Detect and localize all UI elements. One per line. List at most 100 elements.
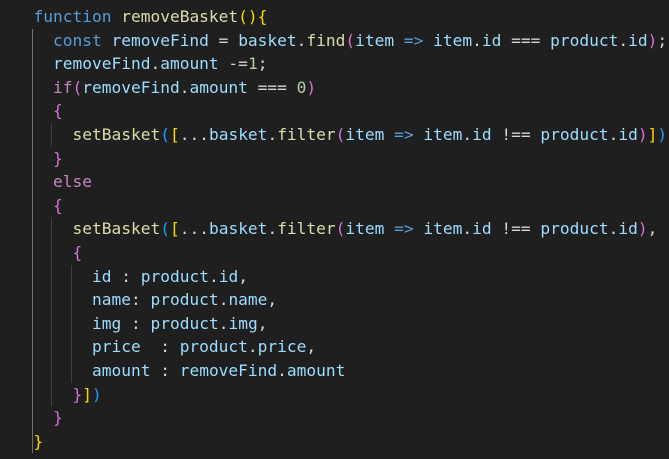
- code-token: =>: [394, 125, 414, 144]
- code-token: id: [472, 219, 492, 239]
- code-line[interactable]: if(removeFind.amount === 0): [14, 76, 316, 100]
- code-token: basket: [208, 125, 268, 144]
- code-editor[interactable]: function removeBasket(){ const removeFin…: [0, 0, 669, 459]
- code-token: :: [140, 337, 180, 357]
- code-token: ,: [306, 337, 317, 357]
- code-token: (: [160, 125, 170, 144]
- code-line[interactable]: function removeBasket(){: [14, 5, 268, 29]
- code-token: .: [150, 54, 161, 74]
- code-token: :: [150, 361, 180, 380]
- code-token: id: [618, 125, 638, 144]
- code-token: .: [462, 125, 473, 144]
- code-token: .: [218, 313, 229, 333]
- code-token: =>: [403, 30, 424, 50]
- code-line[interactable]: price : product.price,: [14, 335, 316, 359]
- code-token: ): [91, 384, 102, 404]
- code-line[interactable]: {: [14, 241, 82, 265]
- code-token: .: [218, 290, 229, 310]
- code-token: const: [52, 30, 102, 50]
- code-token: setBasket: [72, 219, 161, 239]
- code-token: price: [257, 337, 307, 357]
- code-token: =: [208, 30, 239, 50]
- code-token: ,: [238, 266, 248, 286]
- code-token: .: [247, 337, 258, 357]
- code-token: ===: [501, 30, 551, 50]
- code-token: ;: [657, 30, 668, 50]
- code-token: item: [423, 125, 463, 144]
- code-line[interactable]: }: [14, 430, 44, 454]
- code-token: ,: [257, 313, 268, 333]
- code-token: ,: [647, 219, 658, 239]
- code-line[interactable]: }]): [14, 383, 102, 407]
- code-token: product: [150, 313, 219, 333]
- code-token: id: [472, 125, 492, 144]
- code-token: :: [111, 266, 141, 286]
- code-token: id: [218, 266, 239, 286]
- code-line[interactable]: {: [14, 99, 63, 123]
- code-token: .: [179, 77, 190, 97]
- code-token: [: [169, 219, 180, 239]
- code-token: filter: [277, 125, 336, 144]
- code-token: item: [345, 219, 385, 239]
- code-token: (): [238, 7, 258, 26]
- code-token: 0: [296, 77, 307, 97]
- code-token: setBasket: [72, 125, 161, 144]
- code-token: .: [296, 30, 307, 50]
- code-token: id: [618, 219, 638, 239]
- code-token: (: [345, 30, 356, 50]
- code-line[interactable]: }: [14, 147, 63, 171]
- code-token: item: [345, 125, 385, 144]
- code-line[interactable]: id : product.id,: [14, 265, 248, 289]
- code-token: (: [335, 219, 346, 239]
- code-token: ]: [82, 384, 92, 404]
- code-line[interactable]: removeFind.amount -=1;: [14, 52, 267, 76]
- code-token: [: [169, 125, 180, 144]
- code-token: .: [608, 219, 619, 239]
- code-line[interactable]: name: product.name,: [14, 288, 277, 312]
- code-token: :: [121, 313, 151, 333]
- code-line[interactable]: {: [14, 194, 63, 218]
- code-token: :: [130, 290, 151, 310]
- code-token: removeFind: [82, 77, 180, 97]
- code-token: .: [208, 266, 219, 286]
- code-token: }: [52, 148, 63, 168]
- code-line[interactable]: amount : removeFind.amount: [14, 359, 345, 383]
- code-token: product: [540, 219, 609, 239]
- code-token: (: [335, 125, 346, 144]
- code-token: !==: [491, 219, 541, 239]
- code-line[interactable]: setBasket([...basket.filter(item => item…: [14, 217, 657, 241]
- code-token: product: [550, 30, 619, 50]
- code-line[interactable]: else: [14, 170, 92, 194]
- code-token: name: [91, 290, 131, 310]
- code-token: amount: [160, 54, 219, 74]
- code-token: 1: [247, 54, 258, 74]
- code-token: ): [637, 125, 648, 144]
- code-token: filter: [277, 219, 336, 239]
- code-line[interactable]: const removeFind = basket.find(item => i…: [14, 29, 667, 53]
- code-token: -=: [218, 54, 248, 74]
- code-token: function: [33, 7, 112, 26]
- code-token: .: [267, 219, 278, 239]
- code-line[interactable]: setBasket([...basket.filter(item => item…: [14, 123, 669, 147]
- code-token: product: [540, 125, 609, 144]
- code-token: amount: [286, 361, 346, 380]
- code-line[interactable]: img : product.img,: [14, 312, 267, 336]
- code-line[interactable]: }: [14, 406, 63, 430]
